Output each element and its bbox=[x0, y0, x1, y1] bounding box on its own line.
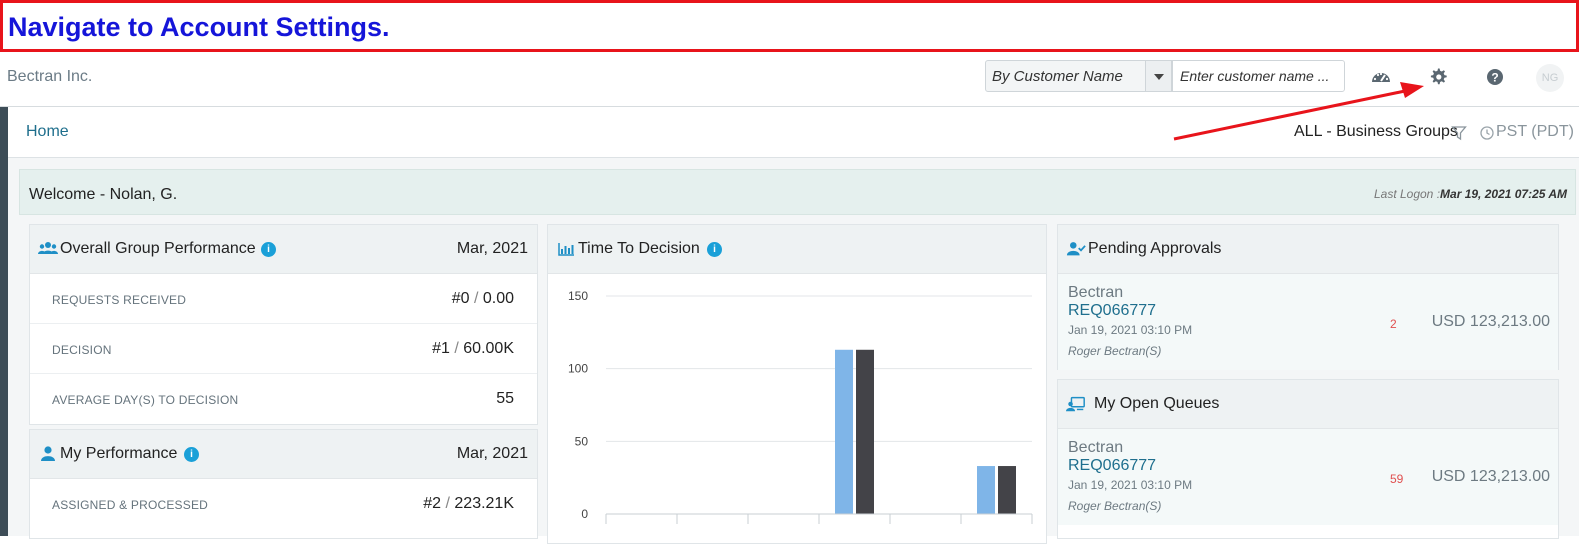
open-queue-item[interactable]: Bectran REQ066777 Jan 19, 2021 03:10 PM … bbox=[1058, 429, 1558, 525]
search-mode-select[interactable]: By Customer Name bbox=[985, 60, 1146, 92]
stat-value: #0 / 0.00 bbox=[451, 290, 514, 307]
pending-approvals-card: Pending Approvals Bectran REQ066777 Jan … bbox=[1057, 224, 1559, 370]
request-user: Roger Bectran(S) bbox=[1068, 499, 1162, 513]
stat-row: DECISION #1 / 60.00K bbox=[30, 324, 537, 374]
stat-label: DECISION bbox=[52, 343, 112, 357]
welcome-title: Welcome - Nolan, G. bbox=[29, 186, 178, 203]
request-amount: USD 123,213.00 bbox=[1431, 468, 1550, 485]
queue-icon bbox=[1066, 396, 1085, 412]
side-navigation-strip bbox=[0, 107, 8, 536]
instruction-text: Navigate to Account Settings. bbox=[8, 12, 390, 42]
filter-icon[interactable] bbox=[1451, 125, 1467, 141]
y-tick-label: 0 bbox=[581, 507, 588, 521]
stat-count: #1 bbox=[432, 340, 450, 357]
dashboard-gauge-icon[interactable] bbox=[1370, 66, 1392, 88]
user-avatar[interactable]: NG bbox=[1536, 64, 1564, 92]
my-performance-card: My Performance i Mar, 2021 ASSIGNED & PR… bbox=[29, 429, 538, 539]
customer-search-input[interactable] bbox=[1172, 60, 1345, 92]
last-logon-value: Mar 19, 2021 07:25 AM bbox=[1440, 187, 1567, 201]
y-tick-label: 50 bbox=[575, 434, 589, 448]
y-tick-label: 100 bbox=[568, 362, 588, 376]
card-title: My Performance bbox=[60, 445, 178, 462]
request-amount: USD 123,213.00 bbox=[1431, 313, 1550, 330]
request-link[interactable]: REQ066777 bbox=[1068, 457, 1156, 475]
last-logon: Last Logon :Mar 19, 2021 07:25 AM bbox=[1374, 187, 1567, 201]
instruction-banner: Navigate to Account Settings. bbox=[0, 0, 1579, 52]
info-icon[interactable]: i bbox=[261, 242, 276, 257]
last-logon-label: Last Logon : bbox=[1373, 187, 1441, 201]
time-to-decision-header: Time To Decision i bbox=[548, 225, 1046, 274]
help-icon[interactable]: ? bbox=[1484, 66, 1506, 88]
card-date: Mar, 2021 bbox=[456, 240, 528, 257]
card-title: Time To Decision bbox=[578, 240, 700, 257]
stat-label: REQUESTS RECEIVED bbox=[52, 293, 187, 307]
dashboard-content: Welcome - Nolan, G. Last Logon :Mar 19, … bbox=[8, 158, 1579, 544]
request-link[interactable]: REQ066777 bbox=[1068, 302, 1156, 320]
business-groups-selector[interactable]: ALL - Business Groups bbox=[1294, 123, 1458, 141]
pending-count: 2 bbox=[1390, 317, 1397, 331]
company-name: Bectran Inc. bbox=[7, 68, 93, 85]
svg-text:?: ? bbox=[1491, 71, 1498, 85]
bar[interactable] bbox=[835, 349, 853, 514]
request-date: Jan 19, 2021 03:10 PM bbox=[1068, 323, 1193, 337]
stat-row: ASSIGNED & PROCESSED #2 / 223.21K bbox=[30, 479, 537, 529]
card-title: Pending Approvals bbox=[1088, 240, 1222, 257]
gear-icon[interactable] bbox=[1427, 66, 1449, 88]
stat-amount: 60.00K bbox=[463, 340, 514, 357]
open-queues-header: My Open Queues bbox=[1058, 380, 1558, 429]
home-link[interactable]: Home bbox=[26, 123, 69, 141]
pending-approvals-header: Pending Approvals bbox=[1058, 225, 1558, 274]
chevron-down-icon[interactable] bbox=[1146, 60, 1172, 92]
company-name: Bectran bbox=[1068, 284, 1124, 301]
clock-icon bbox=[1480, 126, 1494, 140]
y-tick-label: 150 bbox=[568, 289, 588, 303]
time-to-decision-card: Time To Decision i 0 50 100 150 bbox=[547, 224, 1047, 544]
card-date: Mar, 2021 bbox=[456, 445, 528, 462]
card-title: My Open Queues bbox=[1094, 395, 1220, 412]
top-header: Bectran Inc. By Customer Name ? NG bbox=[0, 52, 1579, 107]
stat-value: #1 / 60.00K bbox=[432, 340, 514, 357]
bar[interactable] bbox=[977, 466, 995, 514]
time-to-decision-chart: 0 50 100 150 bbox=[568, 289, 1033, 524]
stat-label: ASSIGNED & PROCESSED bbox=[52, 498, 209, 512]
bar[interactable] bbox=[998, 466, 1016, 514]
queue-count: 59 bbox=[1390, 472, 1404, 486]
stat-count: #0 bbox=[451, 290, 470, 307]
users-group-icon bbox=[38, 242, 58, 254]
stat-value: 55 bbox=[496, 390, 514, 407]
stat-row: AVERAGE DAY(S) TO DECISION 55 bbox=[30, 374, 537, 424]
stat-value: #2 / 223.21K bbox=[423, 495, 514, 512]
info-icon[interactable]: i bbox=[184, 447, 199, 462]
user-check-icon bbox=[1066, 242, 1086, 256]
user-icon bbox=[41, 446, 55, 461]
request-user: Roger Bectran(S) bbox=[1068, 344, 1162, 358]
stat-count: #2 bbox=[423, 495, 442, 512]
stat-row: REQUESTS RECEIVED #0 / 0.00 bbox=[30, 274, 537, 324]
company-name: Bectran bbox=[1068, 439, 1124, 456]
group-performance-card: Overall Group Performance i Mar, 2021 RE… bbox=[29, 224, 538, 425]
request-date: Jan 19, 2021 03:10 PM bbox=[1068, 478, 1193, 492]
bar[interactable] bbox=[856, 349, 874, 514]
bar-chart-icon bbox=[558, 243, 574, 256]
card-title: Overall Group Performance bbox=[60, 240, 256, 257]
stat-amount: 0.00 bbox=[482, 290, 514, 307]
stat-label: AVERAGE DAY(S) TO DECISION bbox=[52, 393, 239, 407]
timezone-label[interactable]: PST (PDT) bbox=[1496, 123, 1574, 141]
breadcrumb: Home ALL - Business Groups PST (PDT) bbox=[8, 107, 1579, 158]
stat-amount: 223.21K bbox=[454, 495, 514, 512]
group-performance-header: Overall Group Performance i Mar, 2021 bbox=[30, 225, 537, 274]
my-performance-header: My Performance i Mar, 2021 bbox=[30, 430, 537, 479]
welcome-bar: Welcome - Nolan, G. Last Logon :Mar 19, … bbox=[19, 169, 1576, 215]
info-icon[interactable]: i bbox=[707, 242, 722, 257]
pending-approval-item[interactable]: Bectran REQ066777 Jan 19, 2021 03:10 PM … bbox=[1058, 274, 1558, 370]
open-queues-card: My Open Queues Bectran REQ066777 Jan 19,… bbox=[1057, 379, 1559, 539]
